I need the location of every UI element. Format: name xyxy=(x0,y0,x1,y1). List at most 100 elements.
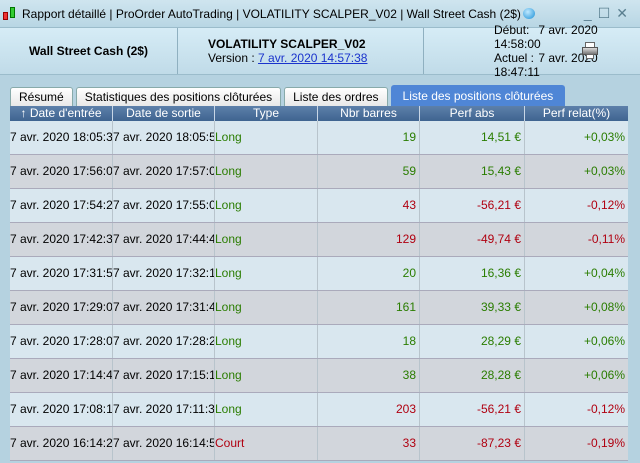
table-row[interactable]: 7 avr. 2020 17:29:08 7 avr. 2020 17:31:48… xyxy=(10,291,628,325)
table-row[interactable]: 7 avr. 2020 17:31:51 7 avr. 2020 17:32:10… xyxy=(10,257,628,291)
cell-entry-date: 7 avr. 2020 17:54:25 xyxy=(10,189,113,222)
table-header: ↑ Date d'entrée Date de sortie Type Nbr … xyxy=(10,106,628,121)
cell-exit-date: 7 avr. 2020 17:32:10 xyxy=(113,257,215,290)
cell-perf-relat: +0,06% xyxy=(583,334,625,348)
table-row[interactable]: 7 avr. 2020 17:08:10 7 avr. 2020 17:11:32… xyxy=(10,393,628,427)
cell-entry-date: 7 avr. 2020 17:42:38 xyxy=(10,223,113,256)
cell-bar-count: 18 xyxy=(318,325,420,358)
cell-exit-date: 7 avr. 2020 18:05:56 xyxy=(113,121,215,154)
table-row[interactable]: 7 avr. 2020 17:54:25 7 avr. 2020 17:55:07… xyxy=(10,189,628,223)
cell-exit-date: 7 avr. 2020 17:11:32 xyxy=(113,393,215,426)
actuel-label: Actuel : xyxy=(494,51,535,65)
cell-exit-date: 7 avr. 2020 16:14:52 xyxy=(113,427,215,460)
cell-bar-count: 203 xyxy=(318,393,420,426)
table-row[interactable]: 7 avr. 2020 17:28:06 7 avr. 2020 17:28:23… xyxy=(10,325,628,359)
cell-bar-count: 43 xyxy=(318,189,420,222)
cell-perf-relat: -0,12% xyxy=(586,402,625,416)
cell-type: Long xyxy=(215,223,318,256)
info-panel: Wall Street Cash (2$) VOLATILITY SCALPER… xyxy=(0,23,640,79)
table-row[interactable]: 7 avr. 2020 17:56:03 7 avr. 2020 17:57:01… xyxy=(10,155,628,189)
cell-perf-relat: +0,06% xyxy=(583,368,625,382)
window-controls: _☐✕ xyxy=(584,5,634,22)
cell-bar-count: 33 xyxy=(318,427,420,460)
cell-bar-count: 129 xyxy=(318,223,420,256)
table-row[interactable]: 7 avr. 2020 17:14:41 7 avr. 2020 17:15:18… xyxy=(10,359,628,393)
printer-icon[interactable] xyxy=(582,42,598,60)
cell-perf-relat: +0,03% xyxy=(583,130,625,144)
cell-exit-date: 7 avr. 2020 17:15:18 xyxy=(113,359,215,392)
cell-perf-relat: -0,11% xyxy=(587,232,625,246)
column-header-perf-relat[interactable]: Perf relat(%) xyxy=(525,106,628,121)
cell-type: Long xyxy=(215,291,318,324)
cell-entry-date: 7 avr. 2020 17:28:06 xyxy=(10,325,113,358)
cell-type: Long xyxy=(215,393,318,426)
cell-type: Long xyxy=(215,325,318,358)
column-header-nbr-barres[interactable]: Nbr barres xyxy=(318,106,420,121)
tab-bar: Résumé Statistiques des positions clôtur… xyxy=(10,85,566,106)
tab-liste-ordres[interactable]: Liste des ordres xyxy=(284,87,388,106)
cell-bar-count: 161 xyxy=(318,291,420,324)
sort-arrow-icon: ↑ xyxy=(20,106,27,120)
cell-exit-date: 7 avr. 2020 17:44:46 xyxy=(113,223,215,256)
tab-statistiques[interactable]: Statistiques des positions clôturées xyxy=(75,87,282,106)
cell-perf-abs: 28,29 € xyxy=(420,325,525,358)
close-button[interactable]: ✕ xyxy=(616,5,634,21)
tab-liste-positions[interactable]: Liste des positions clôturées xyxy=(390,85,566,106)
cell-type: Court xyxy=(215,427,318,460)
column-header-type[interactable]: Type xyxy=(215,106,318,121)
cell-perf-abs: 39,33 € xyxy=(420,291,525,324)
cell-perf-relat: +0,08% xyxy=(583,300,625,314)
cell-entry-date: 7 avr. 2020 17:14:41 xyxy=(10,359,113,392)
candlestick-logo-icon xyxy=(2,6,18,22)
column-header-date-entree[interactable]: ↑ Date d'entrée xyxy=(10,106,113,121)
cell-bar-count: 38 xyxy=(318,359,420,392)
column-header-perf-abs[interactable]: Perf abs xyxy=(420,106,525,121)
dates-panel: Début: 7 avr. 2020 14:58:00 Actuel : 7 a… xyxy=(424,23,640,79)
window-title: Rapport détaillé | ProOrder AutoTrading … xyxy=(22,6,521,21)
cell-exit-date: 7 avr. 2020 17:31:48 xyxy=(113,291,215,324)
cell-bar-count: 19 xyxy=(318,121,420,154)
cell-type: Long xyxy=(215,257,318,290)
info-bubble-icon[interactable] xyxy=(522,8,535,19)
cell-perf-abs: -87,23 € xyxy=(420,427,525,460)
cell-bar-count: 59 xyxy=(318,155,420,188)
cell-perf-abs: 15,43 € xyxy=(420,155,525,188)
cell-type: Long xyxy=(215,121,318,154)
cell-perf-abs: -56,21 € xyxy=(420,393,525,426)
cell-perf-abs: -56,21 € xyxy=(420,189,525,222)
cell-exit-date: 7 avr. 2020 17:57:01 xyxy=(113,155,215,188)
cell-perf-relat: -0,19% xyxy=(586,436,625,450)
cell-entry-date: 7 avr. 2020 17:29:08 xyxy=(10,291,113,324)
cell-entry-date: 7 avr. 2020 16:14:20 xyxy=(10,427,113,460)
cell-entry-date: 7 avr. 2020 17:08:10 xyxy=(10,393,113,426)
tab-resume[interactable]: Résumé xyxy=(10,87,73,106)
strategy-name: VOLATILITY SCALPER_V02 xyxy=(208,37,366,51)
cell-perf-relat: +0,04% xyxy=(583,266,625,280)
version-label: Version : xyxy=(208,51,259,65)
cell-perf-abs: 16,36 € xyxy=(420,257,525,290)
right-margin xyxy=(628,106,640,463)
cell-bar-count: 20 xyxy=(318,257,420,290)
cell-entry-date: 7 avr. 2020 17:31:51 xyxy=(10,257,113,290)
cell-exit-date: 7 avr. 2020 17:55:07 xyxy=(113,189,215,222)
cell-type: Long xyxy=(215,359,318,392)
cell-perf-relat: +0,03% xyxy=(583,164,625,178)
instrument-name: Wall Street Cash (2$) xyxy=(0,28,178,74)
cell-type: Long xyxy=(215,155,318,188)
minimize-button[interactable]: _ xyxy=(584,5,598,21)
cell-entry-date: 7 avr. 2020 18:05:38 xyxy=(10,121,113,154)
cell-type: Long xyxy=(215,189,318,222)
version-link[interactable]: 7 avr. 2020 14:57:38 xyxy=(258,51,367,65)
cell-perf-relat: -0,12% xyxy=(586,198,625,212)
table-row[interactable]: 7 avr. 2020 16:14:20 7 avr. 2020 16:14:52… xyxy=(10,427,628,461)
maximize-button[interactable]: ☐ xyxy=(598,5,617,21)
debut-label: Début: xyxy=(494,23,530,37)
strategy-panel: VOLATILITY SCALPER_V02 Version : 7 avr. … xyxy=(178,28,424,74)
cell-perf-abs: 28,28 € xyxy=(420,359,525,392)
table-row[interactable]: 7 avr. 2020 17:42:38 7 avr. 2020 17:44:46… xyxy=(10,223,628,257)
cell-perf-abs: -49,74 € xyxy=(420,223,525,256)
table-row[interactable]: 7 avr. 2020 18:05:38 7 avr. 2020 18:05:56… xyxy=(10,121,628,155)
positions-table: ↑ Date d'entrée Date de sortie Type Nbr … xyxy=(10,106,628,461)
column-header-date-sortie[interactable]: Date de sortie xyxy=(113,106,215,121)
cell-entry-date: 7 avr. 2020 17:56:03 xyxy=(10,155,113,188)
